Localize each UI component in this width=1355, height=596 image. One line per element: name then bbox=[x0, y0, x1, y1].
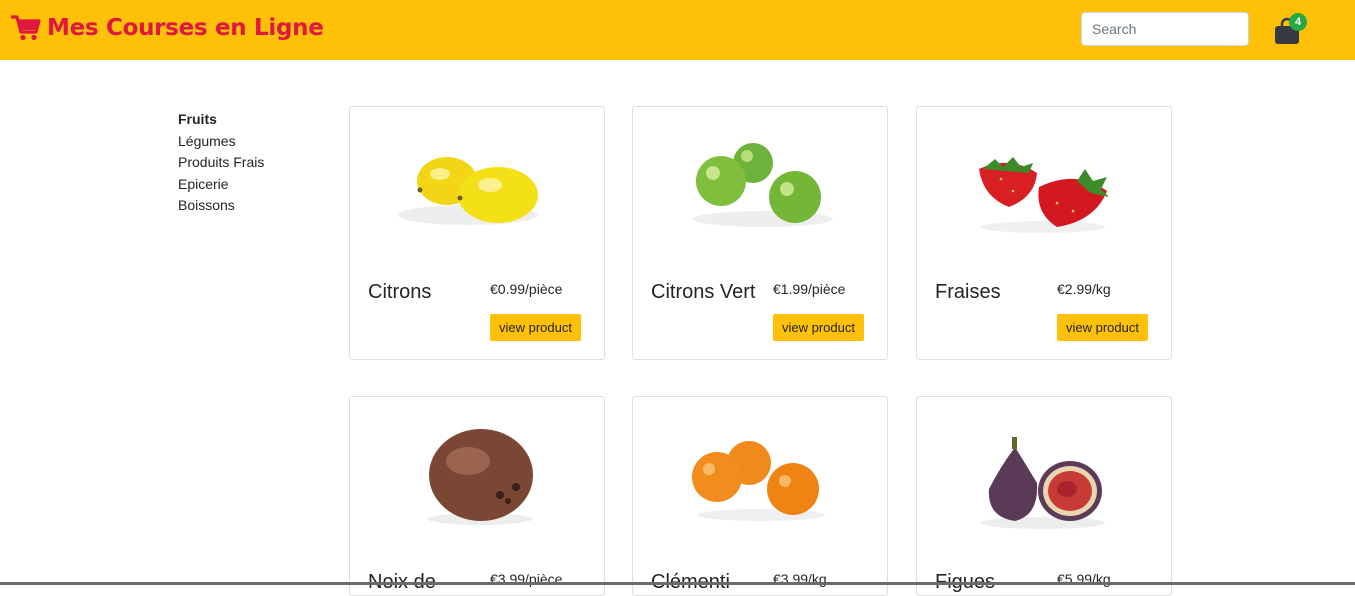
product-image-lemons bbox=[350, 107, 604, 267]
cart-button[interactable]: 4 bbox=[1273, 13, 1309, 47]
top-navbar: Mes Courses en Ligne 4 bbox=[0, 0, 1355, 60]
view-product-button[interactable]: view product bbox=[490, 314, 581, 341]
view-product-button[interactable]: view product bbox=[1057, 314, 1148, 341]
category-legumes[interactable]: Légumes bbox=[178, 131, 318, 153]
product-card: Clémenti €3.99/kg bbox=[632, 396, 888, 596]
category-fruits[interactable]: Fruits bbox=[178, 109, 318, 131]
product-image-clementines bbox=[633, 397, 887, 557]
view-product-button[interactable]: view product bbox=[773, 314, 864, 341]
product-name: Citrons bbox=[368, 281, 432, 303]
product-price: €2.99/kg bbox=[1057, 281, 1111, 297]
brand-title: Mes Courses en Ligne bbox=[47, 15, 324, 41]
cart-count-badge: 4 bbox=[1289, 13, 1307, 31]
category-produits-frais[interactable]: Produits Frais bbox=[178, 152, 318, 174]
product-name: Fraises bbox=[935, 281, 1001, 303]
category-sidebar: Fruits Légumes Produits Frais Epicerie B… bbox=[178, 109, 318, 217]
product-price: €0.99/pièce bbox=[490, 281, 563, 297]
product-card: Figues €5.99/kg bbox=[916, 396, 1172, 596]
shopping-cart-icon bbox=[11, 15, 41, 41]
category-boissons[interactable]: Boissons bbox=[178, 195, 318, 217]
product-card: Fraises €2.99/kg view product bbox=[916, 106, 1172, 360]
product-image-strawberries bbox=[917, 107, 1171, 267]
product-card: Citrons Vert €1.99/pièce view product bbox=[632, 106, 888, 360]
search-input[interactable] bbox=[1081, 12, 1249, 46]
product-image-figs bbox=[917, 397, 1171, 557]
product-card: Noix de €3.99/pièce bbox=[349, 396, 605, 596]
category-epicerie[interactable]: Epicerie bbox=[178, 174, 318, 196]
brand-link[interactable]: Mes Courses en Ligne bbox=[11, 14, 324, 42]
product-price: €1.99/pièce bbox=[773, 281, 846, 297]
product-name: Citrons Vert bbox=[651, 281, 756, 303]
product-image-limes bbox=[633, 107, 887, 267]
product-image-coconut bbox=[350, 397, 604, 557]
product-card: Citrons €0.99/pièce view product bbox=[349, 106, 605, 360]
